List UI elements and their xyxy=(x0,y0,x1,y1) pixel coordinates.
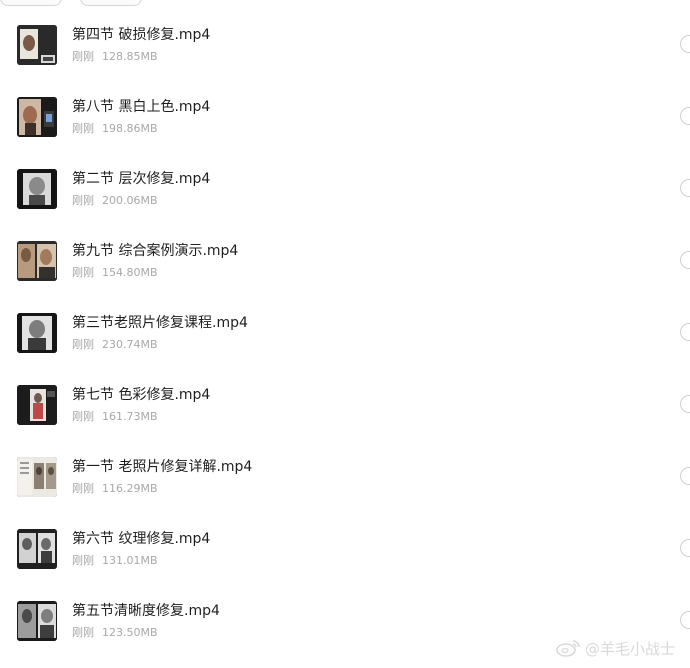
video-thumbnail-icon xyxy=(17,385,57,425)
file-time: 刚刚 xyxy=(72,626,94,639)
video-thumbnail-icon xyxy=(17,25,57,65)
file-row[interactable]: 第六节 纹理修复.mp4 刚刚 131.01MB xyxy=(0,529,690,593)
file-meta: 刚刚 198.86MB xyxy=(72,122,158,136)
file-meta: 刚刚 200.06MB xyxy=(72,194,158,208)
file-row[interactable]: 第九节 综合案例演示.mp4 刚刚 154.80MB xyxy=(0,241,690,305)
file-row[interactable]: 第七节 色彩修复.mp4 刚刚 161.73MB xyxy=(0,385,690,449)
top-button-partial[interactable] xyxy=(80,0,142,6)
select-radio[interactable] xyxy=(680,395,690,413)
video-thumbnail-icon xyxy=(17,97,57,137)
file-meta: 刚刚 230.74MB xyxy=(72,338,158,352)
file-size: 200.06MB xyxy=(102,194,158,207)
watermark: @羊毛小战士 xyxy=(555,636,675,660)
file-time: 刚刚 xyxy=(72,482,94,495)
file-row[interactable]: 第四节 破损修复.mp4 刚刚 128.85MB xyxy=(0,25,690,89)
video-thumbnail-icon xyxy=(17,457,57,497)
file-meta: 刚刚 154.80MB xyxy=(72,266,158,280)
select-radio[interactable] xyxy=(680,323,690,341)
file-name: 第四节 破损修复.mp4 xyxy=(72,27,211,43)
select-radio[interactable] xyxy=(680,251,690,269)
file-size: 131.01MB xyxy=(102,554,158,567)
video-thumbnail-icon xyxy=(17,169,57,209)
file-row[interactable]: 第三节老照片修复课程.mp4 刚刚 230.74MB xyxy=(0,313,690,377)
file-time: 刚刚 xyxy=(72,194,94,207)
watermark-text: @羊毛小战士 xyxy=(585,639,676,658)
select-radio[interactable] xyxy=(680,539,690,557)
file-time: 刚刚 xyxy=(72,338,94,351)
file-meta: 刚刚 116.29MB xyxy=(72,482,158,496)
select-radio[interactable] xyxy=(680,35,690,53)
top-button-partial[interactable] xyxy=(0,0,62,6)
file-meta: 刚刚 161.73MB xyxy=(72,410,158,424)
file-time: 刚刚 xyxy=(72,410,94,423)
video-thumbnail-icon xyxy=(17,241,57,281)
file-size: 154.80MB xyxy=(102,266,158,279)
file-name: 第七节 色彩修复.mp4 xyxy=(72,387,211,403)
file-name: 第五节清晰度修复.mp4 xyxy=(72,603,220,619)
video-thumbnail-icon xyxy=(17,529,57,569)
file-row[interactable]: 第一节 老照片修复详解.mp4 刚刚 116.29MB xyxy=(0,457,690,521)
file-name: 第八节 黑白上色.mp4 xyxy=(72,99,211,115)
video-thumbnail-icon xyxy=(17,313,57,353)
video-thumbnail-icon xyxy=(17,601,57,641)
file-name: 第一节 老照片修复详解.mp4 xyxy=(72,459,253,475)
file-size: 198.86MB xyxy=(102,122,158,135)
weibo-logo-icon xyxy=(556,640,580,657)
file-size: 116.29MB xyxy=(102,482,158,495)
file-size: 161.73MB xyxy=(102,410,158,423)
file-time: 刚刚 xyxy=(72,266,94,279)
select-radio[interactable] xyxy=(680,107,690,125)
file-time: 刚刚 xyxy=(72,554,94,567)
file-size: 128.85MB xyxy=(102,50,158,63)
file-time: 刚刚 xyxy=(72,122,94,135)
select-radio[interactable] xyxy=(680,179,690,197)
select-radio[interactable] xyxy=(680,467,690,485)
file-size: 123.50MB xyxy=(102,626,158,639)
file-name: 第六节 纹理修复.mp4 xyxy=(72,531,211,547)
file-row[interactable]: 第八节 黑白上色.mp4 刚刚 198.86MB xyxy=(0,97,690,161)
top-toolbar-edge xyxy=(0,0,690,6)
file-size: 230.74MB xyxy=(102,338,158,351)
file-time: 刚刚 xyxy=(72,50,94,63)
file-meta: 刚刚 131.01MB xyxy=(72,554,158,568)
file-name: 第九节 综合案例演示.mp4 xyxy=(72,243,239,259)
select-radio[interactable] xyxy=(680,611,690,629)
file-name: 第三节老照片修复课程.mp4 xyxy=(72,315,248,331)
file-meta: 刚刚 128.85MB xyxy=(72,50,158,64)
file-meta: 刚刚 123.50MB xyxy=(72,626,158,640)
file-row[interactable]: 第二节 层次修复.mp4 刚刚 200.06MB xyxy=(0,169,690,233)
file-name: 第二节 层次修复.mp4 xyxy=(72,171,211,187)
